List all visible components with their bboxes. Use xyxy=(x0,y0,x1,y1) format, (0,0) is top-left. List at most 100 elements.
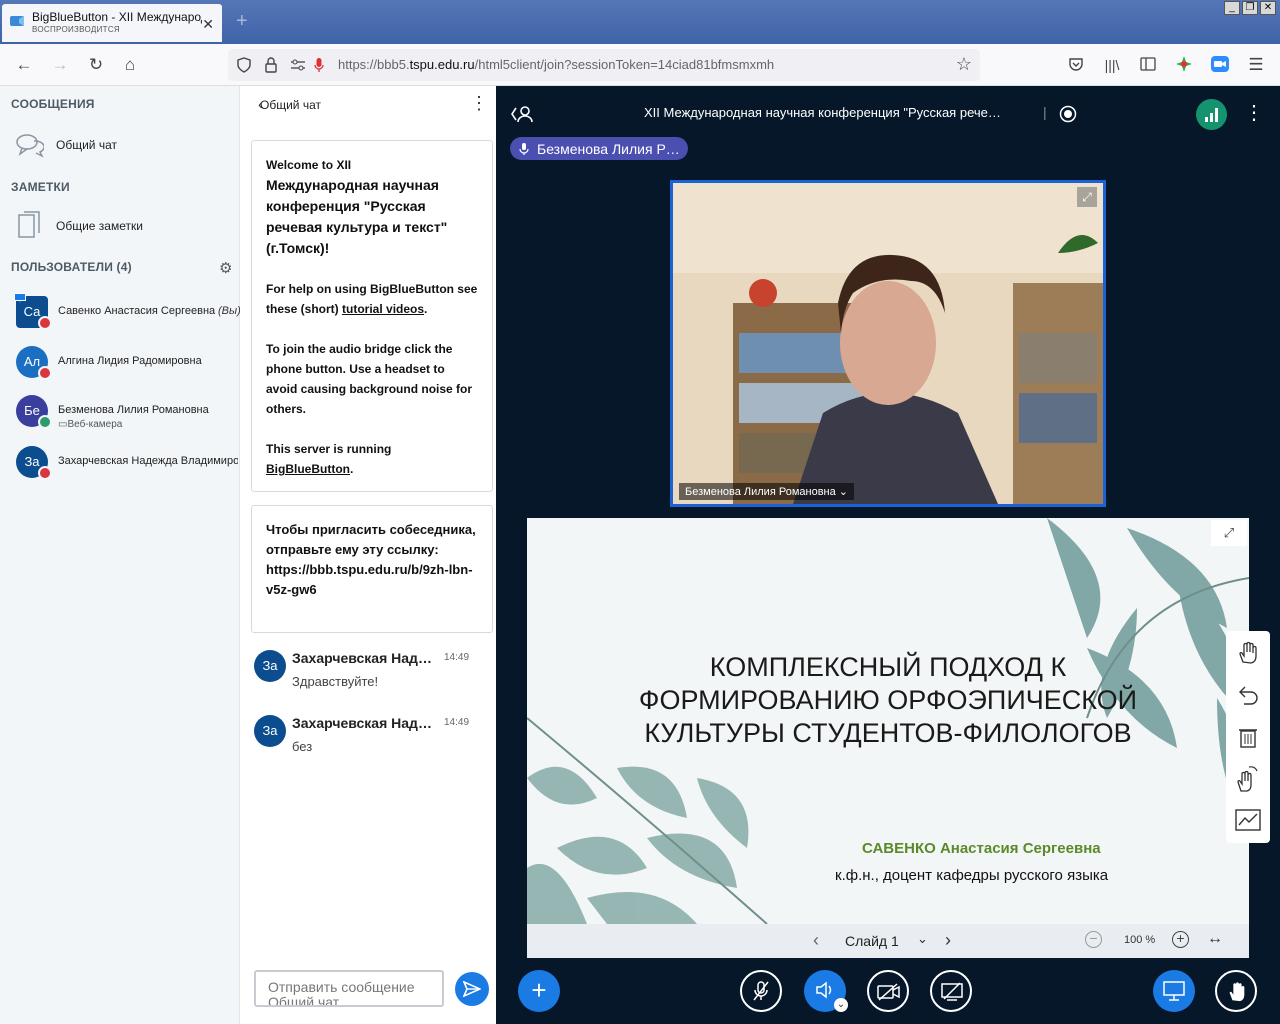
slide-title-line1: КОМПЛЕКСНЫЙ ПОДХОД К xyxy=(709,652,1067,682)
leave-audio-button[interactable]: ⌄ xyxy=(804,970,848,1012)
browser-tab[interactable]: BigBlueButton - XII Международная ВОСПРО… xyxy=(2,4,222,42)
forward-icon[interactable]: → xyxy=(50,55,70,75)
users-sidebar: СООБЩЕНИЯ Общий чат ЗАМЕТКИ Общие заметк… xyxy=(0,86,241,1024)
shield-icon[interactable] xyxy=(236,57,252,73)
user-list-item[interactable]: За Захарчевская Надежда Владимировна xyxy=(14,446,240,486)
raise-hand-button[interactable] xyxy=(1215,970,1257,1012)
zoom-in-icon[interactable]: + xyxy=(1172,931,1189,948)
zoom-out-icon[interactable]: − xyxy=(1085,931,1102,948)
slide-dropdown-chevron-icon[interactable]: ⌄ xyxy=(917,931,928,947)
hand-pan-tool-icon[interactable] xyxy=(1236,641,1260,665)
browser-nav-bar: ← → ↻ ⌂ https://bbb5.tspu.edu.ru/html5cl… xyxy=(0,44,1280,86)
signal-bars-icon xyxy=(1205,108,1218,122)
toggle-userlist-icon[interactable] xyxy=(510,104,534,124)
fullscreen-webcam-icon[interactable]: ⤢ xyxy=(1077,187,1097,207)
permissions-icon[interactable] xyxy=(290,58,306,72)
muted-mic-icon xyxy=(38,366,52,380)
muted-mic-icon xyxy=(38,316,52,330)
new-tab-icon[interactable]: + xyxy=(236,10,248,33)
share-webcam-button[interactable] xyxy=(867,970,909,1012)
slide-author: САВЕНКО Анастасия Сергеевна xyxy=(862,840,1101,857)
user-name: Алгина Лидия Радомировна xyxy=(58,355,202,367)
webcam-dropdown-chevron-icon: ⌄ xyxy=(835,486,849,498)
user-list-item[interactable]: Са Савенко Анастасия Сергеевна (Вы) xyxy=(14,293,241,336)
whiteboard-toolbar xyxy=(1226,631,1270,843)
user-list-item[interactable]: Ал Алгина Лидия Радомировна xyxy=(14,346,240,386)
send-message-button[interactable] xyxy=(455,972,489,1006)
talking-indicator[interactable]: Безменова Лилия Р… xyxy=(510,137,688,160)
clear-all-trash-icon[interactable] xyxy=(1236,725,1260,749)
next-slide-icon[interactable]: › xyxy=(945,930,951,951)
microphone-permission-icon[interactable] xyxy=(314,57,324,73)
chat-message: За Захарчевская Надежда Владимировна 14:… xyxy=(254,650,484,706)
fit-to-width-icon[interactable]: ↔ xyxy=(1207,930,1223,948)
actions-plus-button[interactable]: + xyxy=(518,970,560,1012)
sidebar-item-shared-notes[interactable]: Общие заметки xyxy=(14,211,234,241)
messages-heading: СООБЩЕНИЯ xyxy=(11,97,95,111)
presentation-slide[interactable]: КОМПЛЕКСНЫЙ ПОДХОД К ФОРМИРОВАНИЮ ОРФОЭП… xyxy=(527,518,1249,924)
message-time: 14:49 xyxy=(444,652,470,663)
tab-title: BigBlueButton - XII Международная xyxy=(32,10,202,24)
audio-options-chevron-icon[interactable]: ⌄ xyxy=(834,998,848,1012)
address-bar[interactable]: https://bbb5.tspu.edu.ru/html5client/joi… xyxy=(228,49,980,81)
window-controls: _ ❐ ✕ xyxy=(1224,1,1276,15)
fullscreen-presentation-icon[interactable]: ⤢ xyxy=(1211,520,1247,546)
connection-status-button[interactable] xyxy=(1196,99,1227,130)
slide-selector[interactable]: Слайд 1 xyxy=(845,933,899,949)
tutorial-videos-link[interactable]: tutorial videos xyxy=(342,302,424,316)
menu-hamburger-icon[interactable]: ☰ xyxy=(1246,55,1266,75)
send-arrow-icon xyxy=(463,981,481,997)
chat-title[interactable]: Общий чат xyxy=(260,98,321,112)
undo-icon[interactable] xyxy=(1236,683,1260,707)
extension-colorful-icon[interactable] xyxy=(1176,56,1192,72)
recording-indicator-icon[interactable] xyxy=(1059,105,1077,123)
mute-microphone-button[interactable] xyxy=(740,970,782,1012)
browser-tab-bar: BigBlueButton - XII Международная ВОСПРО… xyxy=(0,0,1280,44)
close-window-icon[interactable]: ✕ xyxy=(1260,1,1276,15)
options-menu-icon[interactable]: ⋮ xyxy=(1244,102,1264,124)
back-icon[interactable]: ← xyxy=(14,55,34,75)
webcam-video[interactable]: Безменова Лилия Романовна ⌄ ⤢ xyxy=(670,180,1106,507)
avatar: За xyxy=(254,650,286,682)
microphone-icon xyxy=(519,143,529,155)
multi-user-whiteboard-icon[interactable] xyxy=(1234,765,1260,793)
pocket-icon[interactable] xyxy=(1068,56,1084,72)
meeting-title: XII Международная научная конференция "Р… xyxy=(644,105,1001,120)
user-name: Безменова Лилия Романовна xyxy=(58,404,209,416)
home-icon[interactable]: ⌂ xyxy=(120,55,140,75)
webcam-user-label[interactable]: Безменова Лилия Романовна ⌄ xyxy=(679,483,855,500)
reload-icon[interactable]: ↻ xyxy=(86,55,106,75)
sidebar-item-public-chat[interactable]: Общий чат xyxy=(14,130,234,160)
sidebar-toggle-icon[interactable] xyxy=(1140,57,1156,71)
library-icon[interactable]: |||\ xyxy=(1102,55,1122,75)
users-settings-gear-icon[interactable]: ⚙ xyxy=(219,259,232,277)
webcam-image xyxy=(673,183,1103,504)
minimize-icon[interactable]: _ xyxy=(1224,1,1240,15)
meeting-area: XII Международная научная конференция "Р… xyxy=(496,86,1280,1024)
welcome-line2: Международная научная конференция "Русск… xyxy=(266,177,448,256)
users-heading: ПОЛЬЗОВАТЕЛИ (4) xyxy=(11,260,132,274)
share-screen-button[interactable] xyxy=(930,970,972,1012)
webcam-off-icon xyxy=(877,983,900,1001)
chat-panel: ‹ Общий чат ⋮ Welcome to XII Международн… xyxy=(240,86,496,1024)
lock-icon[interactable] xyxy=(264,57,278,73)
chat-options-icon[interactable]: ⋮ xyxy=(470,94,488,112)
tab-close-icon[interactable]: ✕ xyxy=(202,16,214,33)
bigbluebutton-link[interactable]: BigBlueButton xyxy=(266,462,350,476)
toggle-presentation-button[interactable] xyxy=(1153,970,1195,1012)
previous-slide-icon[interactable]: ‹ xyxy=(813,930,819,951)
bookmark-star-icon[interactable]: ☆ xyxy=(956,54,972,75)
restore-icon[interactable]: ❐ xyxy=(1242,1,1258,15)
chat-message-input[interactable]: Отправить сообщение Общий чат xyxy=(254,970,444,1007)
muted-mic-icon xyxy=(38,466,52,480)
message-sender: Захарчевская Надежда Владимировна xyxy=(292,650,437,666)
user-name: Савенко Анастасия Сергеевна xyxy=(58,305,216,317)
invite-message: Чтобы пригласить собеседника, отправьте … xyxy=(251,505,493,633)
message-text: без xyxy=(292,739,313,754)
zoom-extension-icon[interactable] xyxy=(1211,56,1229,72)
pen-tool-icon[interactable] xyxy=(1235,809,1261,831)
sidebar-item-label: Общий чат xyxy=(56,138,117,152)
user-list-item[interactable]: Бе Безменова Лилия Романовна ▭Веб-камера xyxy=(14,395,240,435)
welcome-server: This server is running BigBlueButton. xyxy=(266,442,392,476)
message-time: 14:49 xyxy=(444,717,470,728)
